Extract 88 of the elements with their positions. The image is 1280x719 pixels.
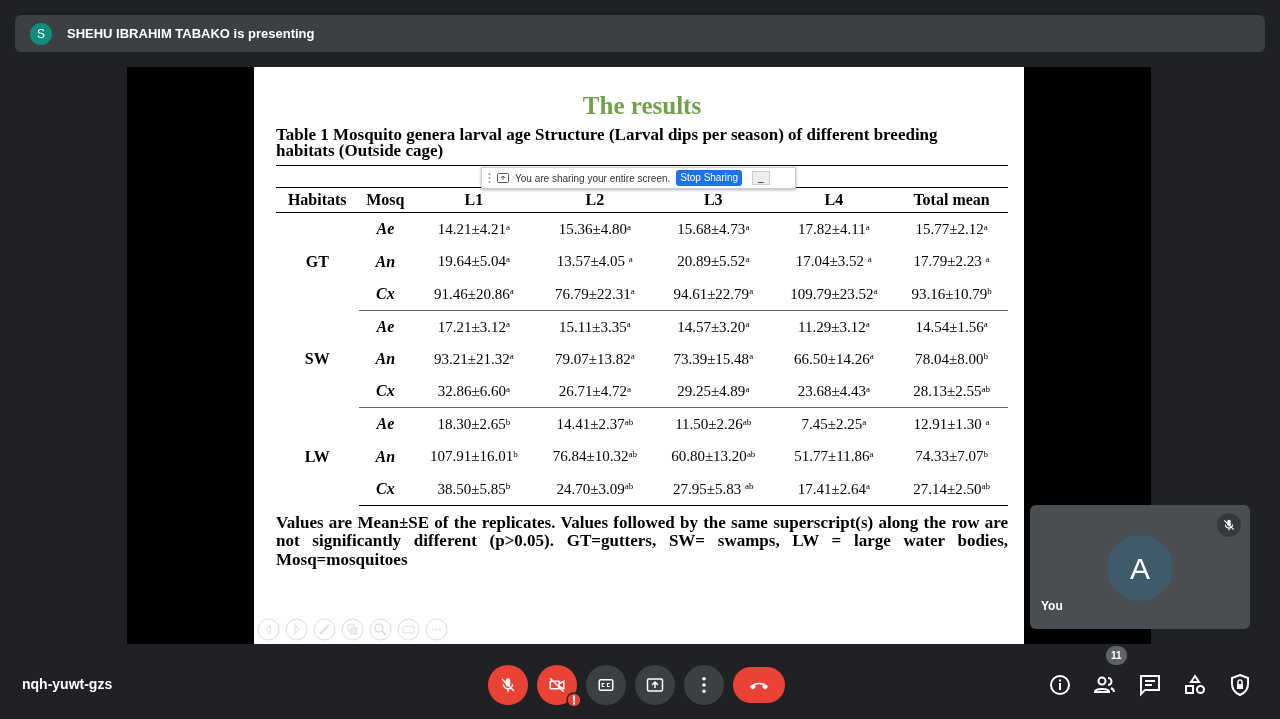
table-cell: An xyxy=(375,252,396,270)
table-cell: Cx xyxy=(376,284,395,302)
muted-microphone-button[interactable] xyxy=(488,664,528,705)
table-cell: Cx xyxy=(376,382,395,400)
more-icon xyxy=(702,676,706,693)
table-cell: An xyxy=(375,350,396,368)
table-cell: 93.21±21.32$^{a}$ xyxy=(434,350,514,367)
table-cell: 26.71±4.72$^{a}$ xyxy=(558,383,631,400)
hang-up-button[interactable] xyxy=(733,666,785,703)
column-header: Habitats xyxy=(276,187,359,213)
table-cell: GT xyxy=(305,252,329,270)
meeting-code: nqh-yuwt-gzs xyxy=(22,675,113,694)
table-cell: 7.45±2.25$^{a}$ xyxy=(801,416,867,433)
table-cell: 18.30±2.65$^{b}$ xyxy=(437,416,511,433)
table-cell: 38.50±5.85$^{b}$ xyxy=(437,480,511,497)
present-screen-icon xyxy=(646,675,664,694)
table-cell: 27.14±2.50$^{ab}$ xyxy=(913,480,990,497)
table-cell: 17.04±3.52 $^{a}$ xyxy=(795,253,872,270)
table-cell: 11.29±3.12$^{a}$ xyxy=(797,318,870,335)
table-cell: 13.57±4.05 $^{a}$ xyxy=(556,253,633,270)
table-cell: 74.33±7.07$^{b}$ xyxy=(915,448,988,465)
table-cell: 60.80±13.20$^{ab}$ xyxy=(671,448,756,465)
table-cell: 73.39±15.48$^{a}$ xyxy=(673,350,754,367)
table-cell: 94.61±22.79$^{a}$ xyxy=(673,285,754,302)
table-cell: 15.77±2.12$^{a}$ xyxy=(915,221,988,238)
shapes-icon[interactable] xyxy=(1183,672,1207,697)
table-cell: 15.36±4.80$^{a}$ xyxy=(558,221,631,238)
table-cell: 79.07±13.82$^{a}$ xyxy=(554,350,635,367)
table-cell: 28.13±2.55$^{ab}$ xyxy=(913,383,990,400)
table-caption: Table 1 Mosquito genera larval age Structure (Larval dips per season) of different breeding habitats (Outside cage) xyxy=(276,127,939,160)
participant-name: You xyxy=(1041,598,1063,615)
captions-button[interactable] xyxy=(586,664,626,705)
slide-title: The results xyxy=(581,93,703,118)
column-header: Total mean xyxy=(895,187,1008,213)
table-cell: 109.79±23.52$^{a}$ xyxy=(790,285,878,302)
table-cell: 17.82±4.11$^{a}$ xyxy=(797,221,870,238)
table-cell: 14.41±2.37$^{ab}$ xyxy=(556,416,634,433)
table-cell: 12.91±1.30 $^{a}$ xyxy=(913,416,990,433)
table-cell: 78.04±8.00$^{b}$ xyxy=(915,350,988,367)
table-cell: 14.57±3.20$^{a}$ xyxy=(677,318,750,335)
share-screen-icon xyxy=(497,173,509,183)
table-cell: LW xyxy=(304,447,330,465)
table-cell: 32.86±6.60$^{a}$ xyxy=(437,383,511,400)
table-cell: 24.70±3.09$^{ab}$ xyxy=(556,480,634,497)
table-cell: 76.79±22.31$^{a}$ xyxy=(554,285,635,302)
table-cell: 76.84±10.32$^{ab}$ xyxy=(552,448,637,465)
table-cell: 17.41±2.64$^{a}$ xyxy=(797,480,870,497)
shield-lock-icon[interactable] xyxy=(1228,672,1252,697)
table-cell: 15.11±3.35$^{a}$ xyxy=(559,318,631,335)
table-cell: Ae xyxy=(376,415,395,433)
table-cell: Ae xyxy=(376,317,395,335)
participant-count-badge: 11 xyxy=(1106,646,1127,665)
table-cell: 93.16±10.79$^{b}$ xyxy=(911,285,992,302)
table-cell: 20.89±5.52$^{a}$ xyxy=(677,253,750,270)
presenter-text: SHEHU IBRAHIM TABAKO is presenting xyxy=(67,24,315,43)
table-footnote: Values are Mean±SE of the replicates. Values followed by the same superscript(s) along the row are not significantly different (p>0.05). GT=gutters, SW= swamps, LW = large water bodies, Mosq=mosquitoes xyxy=(276,513,1008,570)
table-cell: 17.21±3.12$^{a}$ xyxy=(437,318,511,335)
table-cell: 27.95±5.83 $^{ab}$ xyxy=(673,480,754,497)
table-cell: 51.77±11.86$^{a}$ xyxy=(794,448,874,465)
chat-icon[interactable] xyxy=(1138,672,1162,697)
table-cell: SW xyxy=(304,350,330,368)
table-cell: 91.46±20.86$^{a}$ xyxy=(434,285,514,302)
stop-sharing-button[interactable]: Stop Sharing xyxy=(676,170,743,186)
table-cell: 29.25±4.89$^{a}$ xyxy=(677,383,750,400)
table-cell: Cx xyxy=(376,479,395,497)
sharing-message: You are sharing your entire screen. xyxy=(515,171,671,186)
table-cell: 15.68±4.73$^{a}$ xyxy=(677,221,750,238)
table-cell: 23.68±4.43$^{a}$ xyxy=(797,383,870,400)
table-cell: 19.64±5.04$^{a}$ xyxy=(437,253,511,270)
table-cell: 14.54±1.56$^{a}$ xyxy=(915,318,988,335)
minimize-button[interactable]: _ xyxy=(752,171,770,185)
avatar: S xyxy=(30,22,52,45)
avatar: A xyxy=(1107,535,1173,601)
camera-off-icon xyxy=(548,675,566,694)
present-button[interactable] xyxy=(635,664,675,705)
table-cell: 17.79±2.23 $^{a}$ xyxy=(913,253,990,270)
table-cell: An xyxy=(375,447,396,465)
muted-microphone-icon xyxy=(499,675,517,694)
more-options-button[interactable] xyxy=(684,664,724,705)
table-cell: 14.21±4.21$^{a}$ xyxy=(437,221,511,238)
table-cell: Ae xyxy=(376,220,395,238)
table-cell: 66.50±14.26$^{a}$ xyxy=(793,350,874,367)
table-cell: 11.50±2.26$^{ab}$ xyxy=(675,416,752,433)
drag-handle-icon[interactable] xyxy=(488,172,491,184)
column-header: Mosq xyxy=(358,187,413,213)
alert-icon xyxy=(566,691,582,708)
table-cell: 107.91±16.01$^{b}$ xyxy=(430,448,518,465)
info-icon[interactable] xyxy=(1048,672,1072,697)
